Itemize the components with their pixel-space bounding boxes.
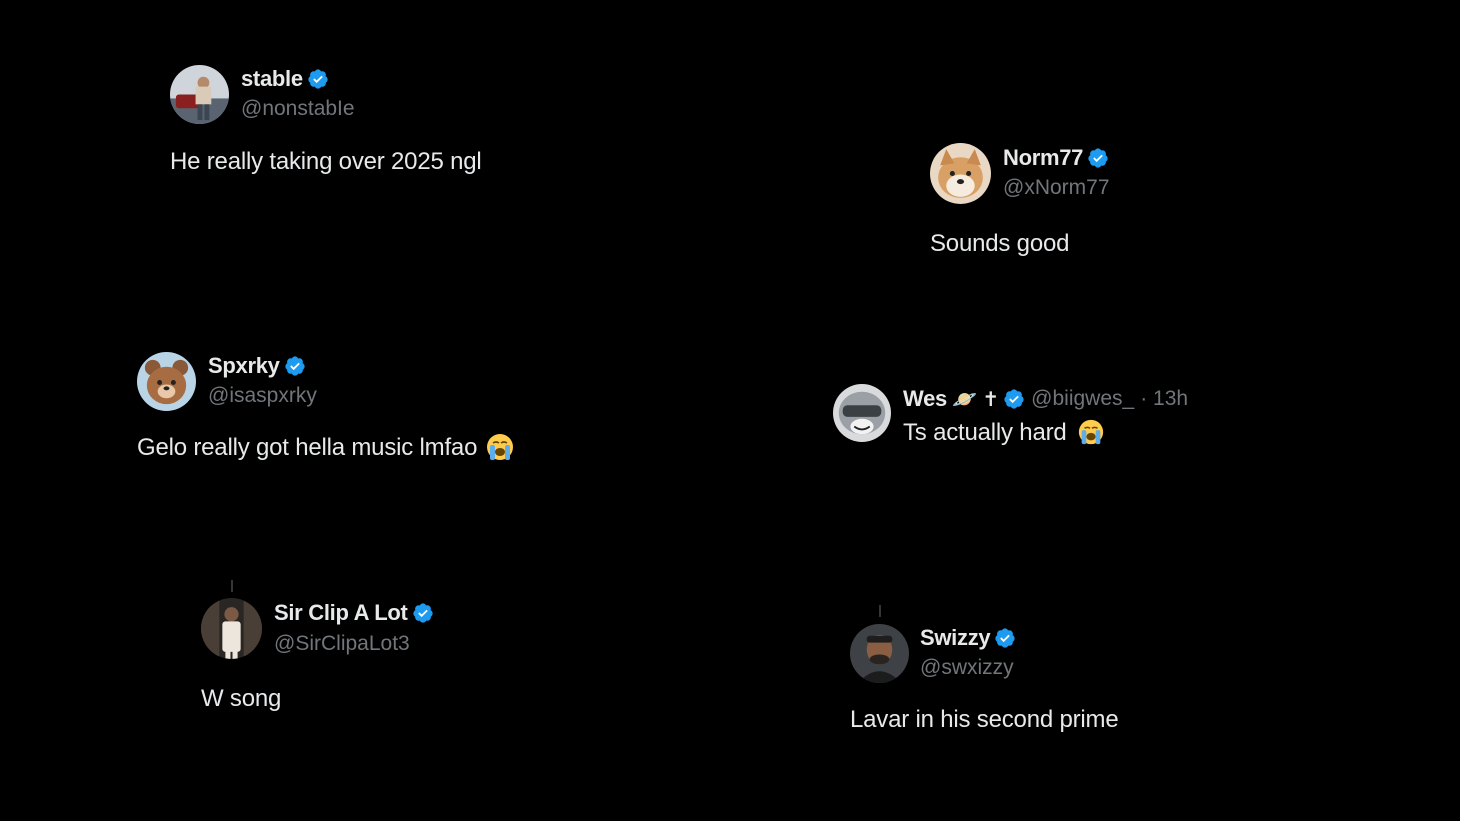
name-emoji-suffix: 🪐 ✝	[951, 388, 1000, 411]
verified-badge-icon	[412, 603, 433, 623]
display-name[interactable]: Sir Clip A Lot	[274, 600, 408, 626]
verified-badge-icon	[1088, 148, 1108, 168]
user-handle[interactable]: @nonstabIe	[241, 97, 355, 121]
tweet-text-row: Gelo really got hella music lmfao	[137, 433, 515, 462]
tweet-text: He really taking over 2025 ngl	[170, 148, 482, 175]
user-handle[interactable]: @swxizzy	[920, 656, 1014, 680]
loudly-crying-face-icon	[486, 433, 513, 460]
user-handle[interactable]: @xNorm77	[1003, 176, 1110, 200]
tweet-text-row: Ts actually hard	[903, 419, 1105, 447]
user-handle[interactable]: @SirClipaLot3	[274, 632, 410, 656]
tweet-text: Ts actually hard	[903, 419, 1067, 446]
display-name[interactable]: Spxrky	[208, 353, 280, 379]
verified-badge-icon	[995, 628, 1015, 648]
tweet-text: W song	[201, 685, 282, 712]
loudly-crying-face-icon	[1078, 419, 1104, 444]
display-name[interactable]: Wes	[903, 386, 947, 412]
user-handle[interactable]: @biigwes_	[1031, 387, 1134, 411]
verified-badge-icon	[308, 69, 328, 89]
verified-badge-icon	[284, 356, 305, 376]
thread-connector-line	[231, 580, 233, 592]
tweet-text: Sounds good	[930, 230, 1070, 257]
tweet-text: Gelo really got hella music lmfao	[137, 434, 478, 461]
shiba-dog-avatar-icon	[930, 143, 991, 204]
display-name[interactable]: stable	[241, 66, 303, 92]
tweet-text: Lavar in his second prime	[850, 706, 1119, 733]
helmet-character-avatar-icon	[833, 384, 891, 442]
avatar[interactable]	[930, 143, 991, 204]
avatar[interactable]	[850, 624, 909, 683]
display-name[interactable]: Swizzy	[920, 625, 991, 651]
display-name[interactable]: Norm77	[1003, 145, 1083, 171]
avatar[interactable]	[201, 598, 262, 659]
tweet-timestamp[interactable]: · 13h	[1140, 387, 1188, 411]
avatar[interactable]	[833, 384, 891, 442]
avatar[interactable]	[170, 65, 229, 124]
thread-connector-line	[879, 605, 881, 617]
person-car-avatar-icon	[170, 65, 229, 124]
user-handle[interactable]: @isaspxrky	[208, 384, 317, 408]
person-white-outfit-avatar-icon	[201, 598, 262, 659]
verified-badge-icon	[1004, 389, 1024, 409]
bear-avatar-icon	[137, 352, 196, 411]
man-portrait-avatar-icon	[850, 624, 909, 683]
avatar[interactable]	[137, 352, 196, 411]
